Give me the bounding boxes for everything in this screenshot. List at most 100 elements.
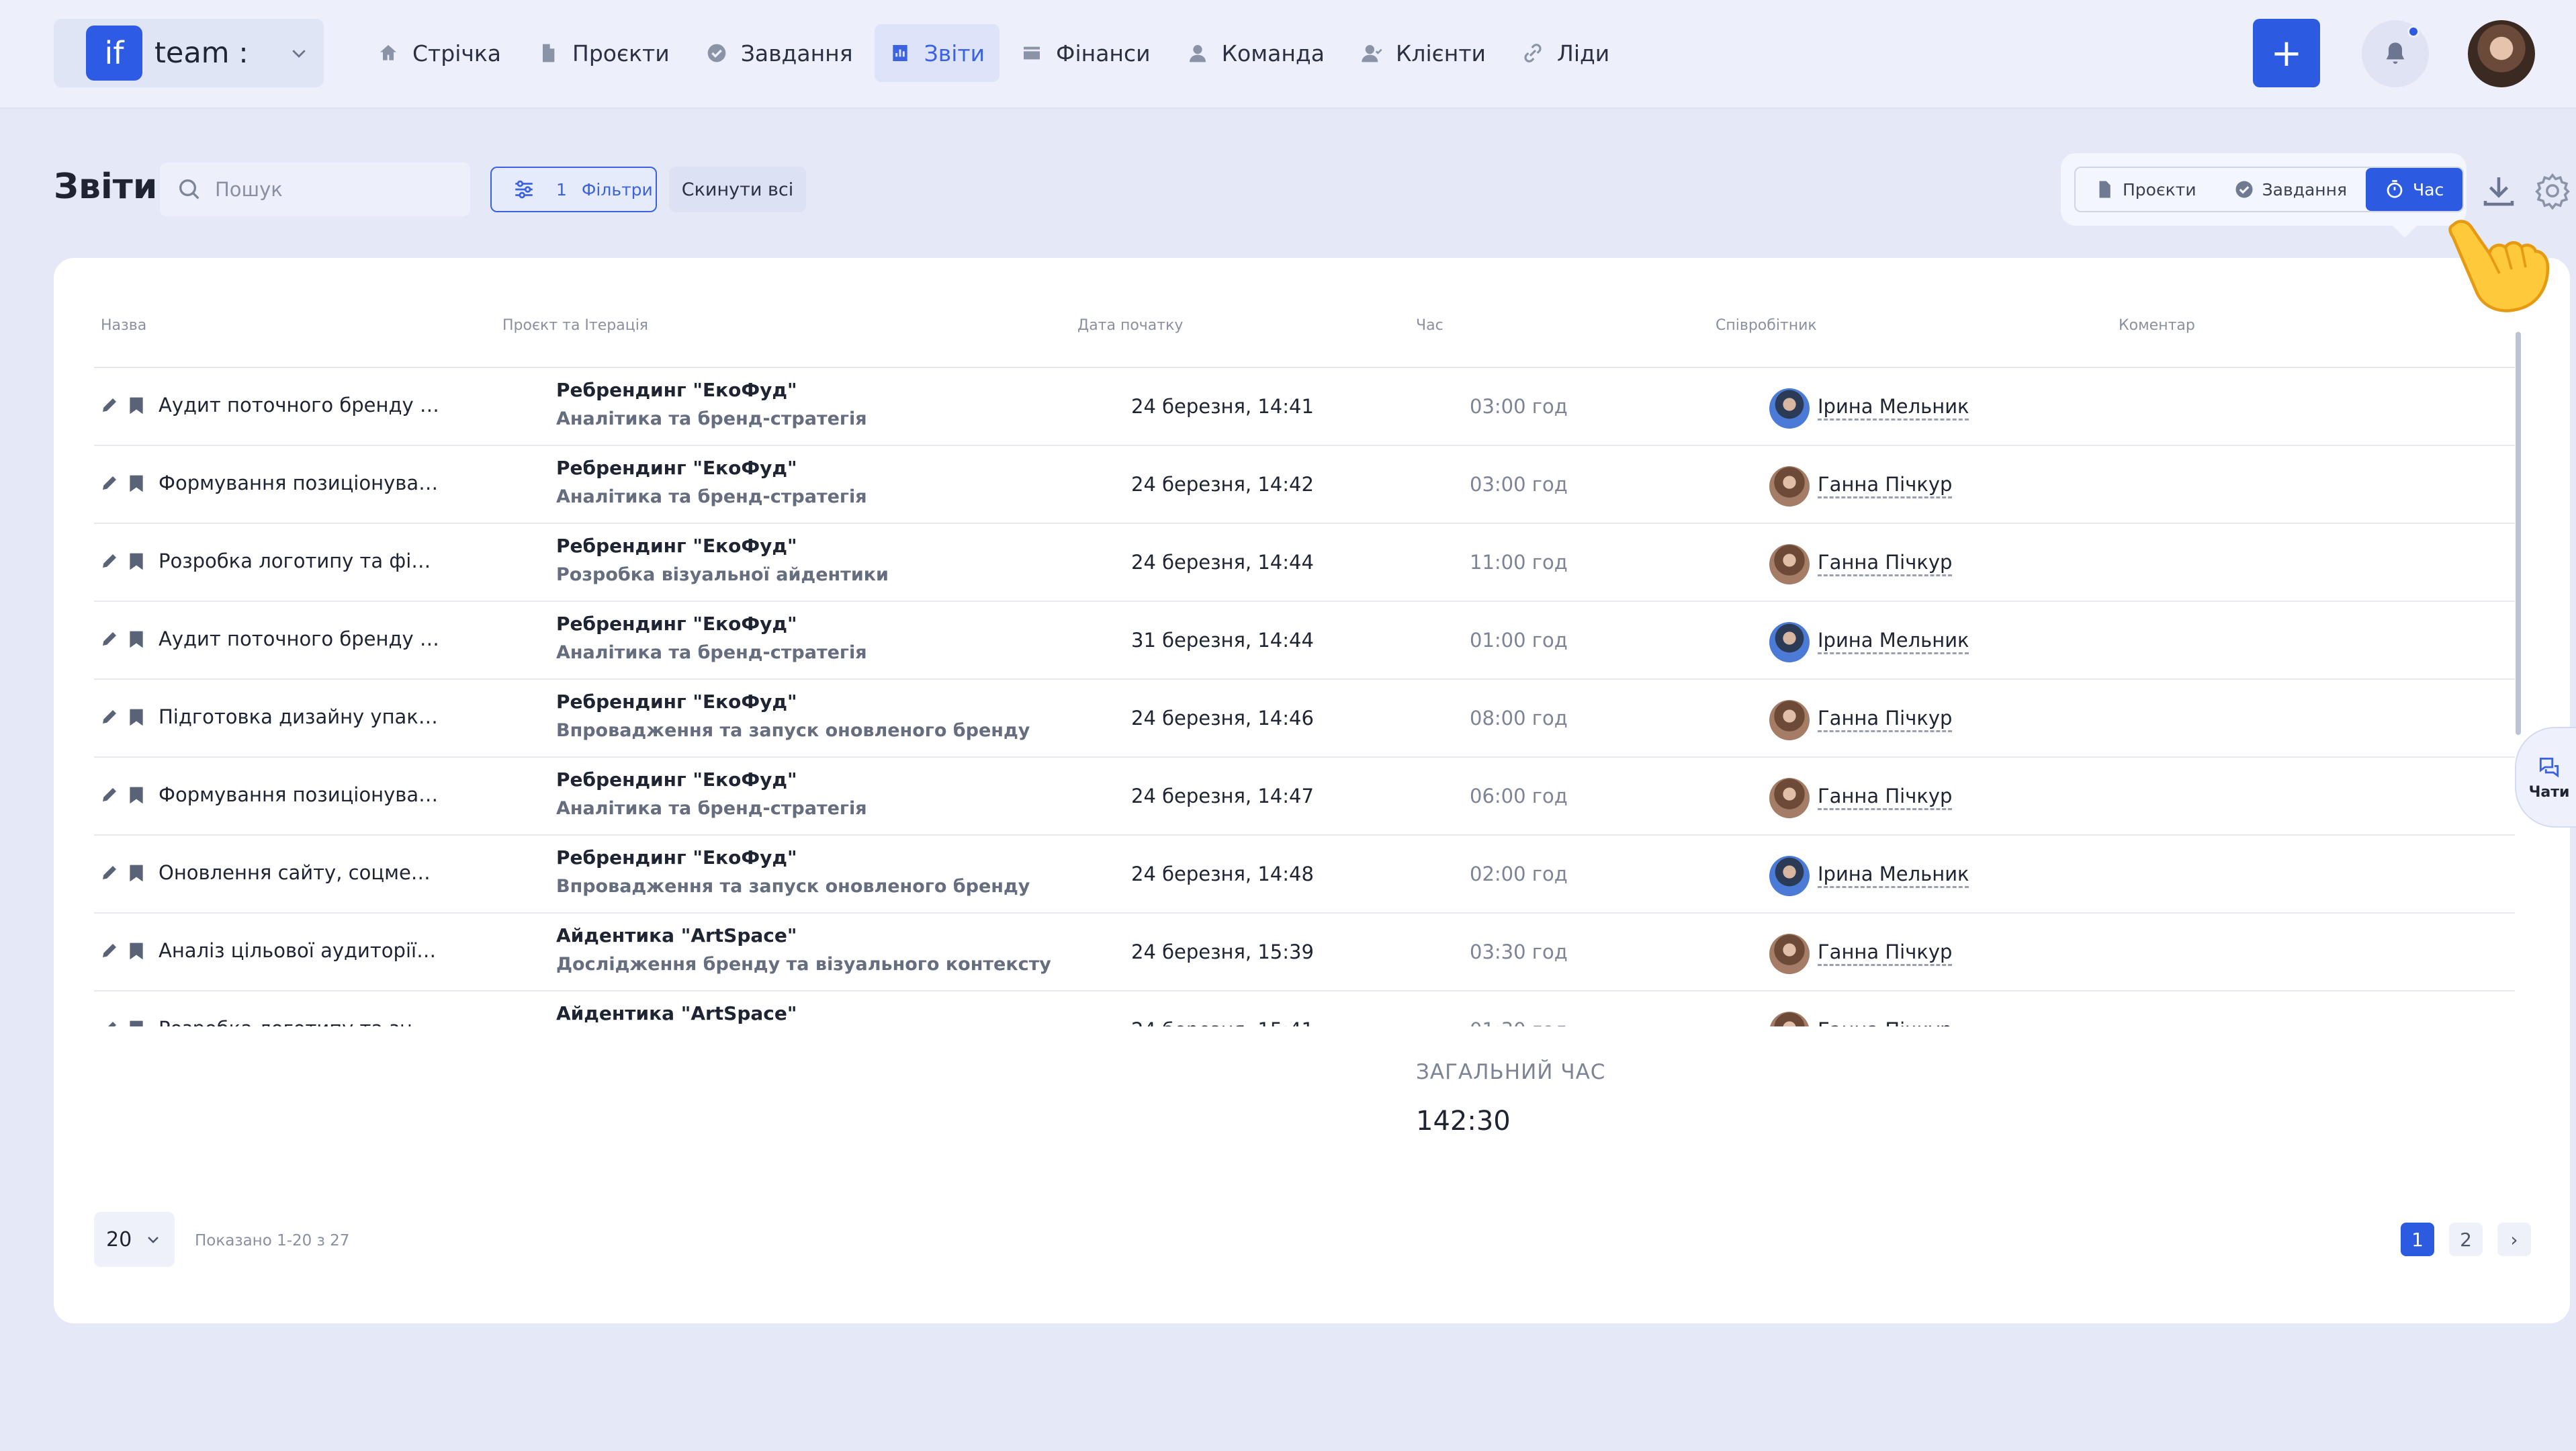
column-header-comment[interactable]: Коментар <box>2119 317 2195 334</box>
edit-icon[interactable] <box>99 395 120 415</box>
table-row[interactable]: Розробка логотипу та фірмового стилю Реб… <box>94 524 2515 602</box>
team-name: team : <box>154 36 249 70</box>
pointing-hand-icon <box>2448 220 2550 312</box>
popover-arrow <box>2393 226 2417 238</box>
search-input[interactable] <box>215 178 457 201</box>
column-header-date[interactable]: Дата початку <box>1077 317 1183 334</box>
table-row[interactable]: Формування позиціонування бренду Ребренд… <box>94 758 2515 836</box>
start-date: 31 березня, 14:44 <box>1131 629 1314 652</box>
employee-name-link[interactable]: Ганна Пічкур <box>1818 473 1952 496</box>
table-body[interactable]: Аудит поточного бренду та конкурентів Ре… <box>94 368 2569 1026</box>
employee-avatar <box>1769 388 1810 429</box>
bookmark-icon[interactable] <box>129 708 144 727</box>
table-row[interactable]: Аудит поточного бренду та конкурентів Ре… <box>94 602 2515 680</box>
view-tab-tasks[interactable]: Завдання <box>2215 168 2366 211</box>
clients-icon <box>1362 45 1382 62</box>
search-box[interactable] <box>160 163 470 216</box>
vertical-scrollbar[interactable] <box>2516 332 2521 735</box>
nav-item-feed[interactable]: Стрічка <box>363 24 516 82</box>
bookmark-icon[interactable] <box>129 630 144 649</box>
task-name-link[interactable]: Аудит поточного бренду та конкурентів <box>159 394 441 416</box>
edit-icon[interactable] <box>99 473 120 493</box>
page-button-2[interactable]: 2 <box>2449 1223 2483 1256</box>
employee-name-link[interactable]: Ганна Пічкур <box>1818 940 1952 963</box>
team-switcher[interactable]: if team : <box>54 19 324 87</box>
employee-name-link[interactable]: Ірина Мельник <box>1818 629 1969 652</box>
column-header-employee[interactable]: Співробітник <box>1716 317 1817 334</box>
table-row[interactable]: Аудит поточного бренду та конкурентів Ре… <box>94 368 2515 446</box>
task-name-link[interactable]: Розробка логотипу та фірмового стилю <box>159 549 441 572</box>
edit-icon[interactable] <box>99 785 120 805</box>
edit-icon[interactable] <box>99 551 120 571</box>
task-name-link[interactable]: Аудит поточного бренду та конкурентів <box>159 627 441 650</box>
employee-name-link[interactable]: Ірина Мельник <box>1818 863 1969 885</box>
view-tab-time[interactable]: Час <box>2366 168 2463 211</box>
nav-item-finance[interactable]: Фінанси <box>1006 24 1165 82</box>
edit-icon[interactable] <box>99 940 120 961</box>
iteration-name: Дослідження бренду та візуального контек… <box>556 954 1051 975</box>
nav-item-team[interactable]: Команда <box>1172 24 1339 82</box>
employee-avatar <box>1769 778 1810 818</box>
notifications-button[interactable] <box>2362 20 2429 87</box>
user-avatar[interactable] <box>2468 20 2535 87</box>
column-header-time[interactable]: Час <box>1416 317 1444 334</box>
chats-label: Чати <box>2528 783 2570 801</box>
bookmark-icon[interactable] <box>129 786 144 805</box>
project-name: Ребрендинг "ЕкоФуд" <box>556 846 797 869</box>
table-row[interactable]: Підготовка дизайну упаковки продукції Ре… <box>94 680 2515 758</box>
employee-name-link[interactable]: Ганна Пічкур <box>1818 785 1952 807</box>
table-row[interactable]: Розробка логотипу та знаков Айдентика "A… <box>94 992 2515 1026</box>
bookmark-icon[interactable] <box>129 942 144 961</box>
task-name-link[interactable]: Формування позиціонування бренду <box>159 783 441 806</box>
employee-name-link[interactable]: Ганна Пічкур <box>1818 707 1952 730</box>
chats-button[interactable]: Чати <box>2515 727 2576 828</box>
gear-icon[interactable] <box>2534 172 2571 210</box>
add-button[interactable]: + <box>2253 19 2320 87</box>
task-name-link[interactable]: Оновлення сайту, соцмереж і матеріалів <box>159 861 441 884</box>
employee-avatar <box>1769 466 1810 507</box>
next-page-button[interactable]: › <box>2497 1223 2531 1256</box>
nav-item-clients[interactable]: Клієнти <box>1346 24 1501 82</box>
bookmark-icon[interactable] <box>129 552 144 571</box>
page-size-select[interactable]: 20 <box>94 1212 175 1267</box>
edit-icon[interactable] <box>99 707 120 727</box>
reset-filters-button[interactable]: Скинути всі <box>669 167 806 212</box>
edit-icon[interactable] <box>99 863 120 883</box>
column-header-name[interactable]: Назва <box>101 317 146 334</box>
edit-icon[interactable] <box>99 1018 120 1026</box>
app-logo: if <box>86 26 142 81</box>
user-icon <box>1189 45 1206 62</box>
task-name-link[interactable]: Аналіз цільової аудиторії та ведучих <box>159 939 441 962</box>
task-name-link[interactable]: Підготовка дизайну упаковки продукції <box>159 705 441 728</box>
task-name-link[interactable]: Формування позиціонування бренду <box>159 472 441 494</box>
filters-button[interactable]: 1 Фільтри <box>490 167 657 212</box>
table-row[interactable]: Оновлення сайту, соцмереж і матеріалів Р… <box>94 836 2515 914</box>
employee-name-link[interactable]: Ганна Пічкур <box>1818 551 1952 574</box>
iteration-name: Розробка візуальної айдентики <box>556 564 889 585</box>
view-tab-projects[interactable]: Проєкти <box>2076 168 2215 211</box>
edit-icon[interactable] <box>99 629 120 649</box>
table-row[interactable]: Аналіз цільової аудиторії та ведучих Айд… <box>94 914 2515 992</box>
nav-item-label: Стрічка <box>412 40 502 67</box>
project-name: Ребрендинг "ЕкоФуд" <box>556 457 797 479</box>
filter-count: 1 <box>556 179 567 200</box>
column-header-project[interactable]: Проєкт та Ітерація <box>502 317 648 334</box>
results-count: Показано 1-20 з 27 <box>195 1232 350 1249</box>
bookmark-icon[interactable] <box>129 396 144 415</box>
table-row[interactable]: Формування позиціонування бренду Ребренд… <box>94 446 2515 524</box>
start-date: 24 березня, 14:42 <box>1131 473 1314 496</box>
task-name-link[interactable]: Розробка логотипу та знаков <box>159 1017 441 1026</box>
bookmark-icon[interactable] <box>129 474 144 493</box>
download-icon[interactable] <box>2479 171 2519 211</box>
nav-item-tasks[interactable]: Завдання <box>691 24 868 82</box>
nav-item-reports[interactable]: Звіти <box>874 24 1000 82</box>
nav-item-projects[interactable]: Проєкти <box>523 24 684 82</box>
bookmark-icon[interactable] <box>129 864 144 883</box>
employee-name-link[interactable]: Ганна Пічкур <box>1818 1018 1952 1026</box>
employee-avatar <box>1769 856 1810 896</box>
nav-item-leads[interactable]: Ліди <box>1507 24 1624 82</box>
bookmark-icon[interactable] <box>129 1020 144 1026</box>
employee-name-link[interactable]: Ірина Мельник <box>1818 395 1969 418</box>
page-button-1[interactable]: 1 <box>2401 1223 2434 1256</box>
page-size-value: 20 <box>106 1227 132 1251</box>
